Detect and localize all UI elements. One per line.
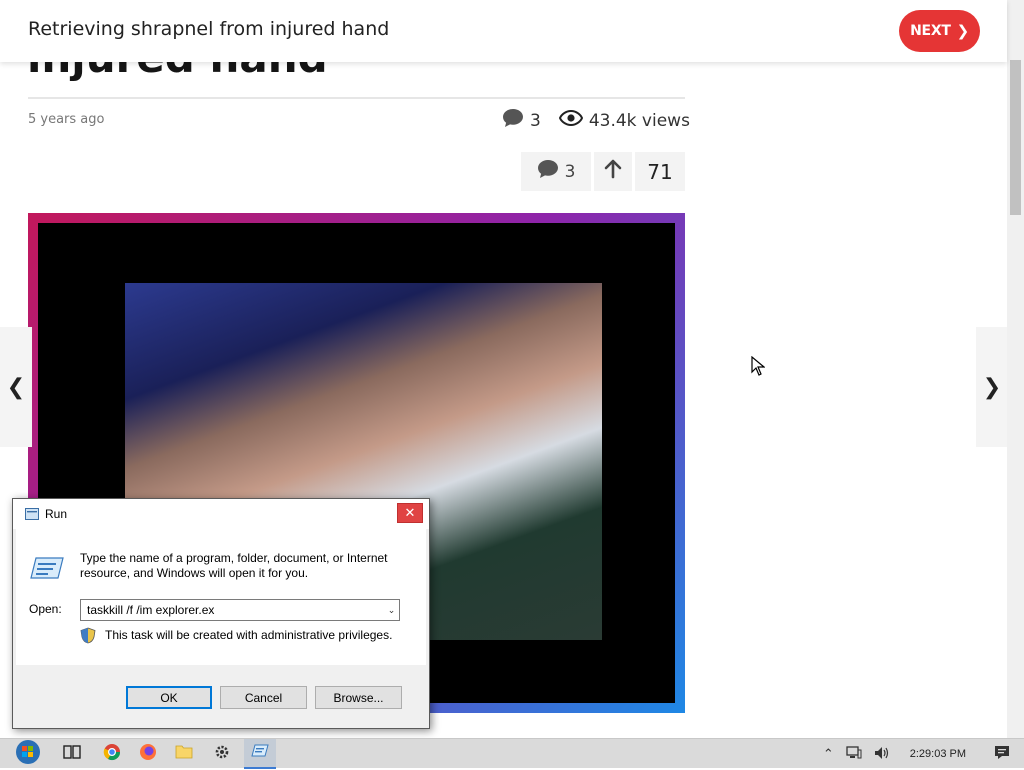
gear-icon [213, 743, 231, 766]
arrow-up-icon [604, 159, 622, 184]
run-body: Type the name of a program, folder, docu… [16, 529, 426, 665]
score: 71 [635, 152, 685, 191]
task-view-icon [63, 744, 81, 764]
chrome-taskbar-button[interactable] [96, 739, 128, 769]
previous-post-button[interactable]: ❮ [0, 327, 32, 447]
chevron-down-icon[interactable]: ⌄ [384, 600, 399, 620]
clock[interactable]: 2:29:03 PM [910, 748, 966, 760]
run-title: Run [45, 507, 68, 521]
run-app-icon [251, 743, 269, 763]
comment-icon [537, 159, 559, 184]
cancel-button[interactable]: Cancel [220, 686, 307, 709]
chevron-left-icon: ❮ [6, 374, 26, 400]
admin-note: This task will be created with administr… [105, 628, 393, 642]
system-tray: ⌃ 2:29:03 PM [817, 739, 1024, 769]
comments-button[interactable]: 3 [521, 152, 591, 191]
chevron-right-icon: ❯ [956, 22, 970, 40]
views-count: 43.4k views [588, 110, 690, 131]
taskbar: ⌃ 2:29:03 PM [0, 738, 1024, 769]
post-actions: 3 71 [521, 152, 685, 191]
ok-button[interactable]: OK [126, 686, 212, 709]
next-button-label: NEXT [910, 23, 951, 39]
page-scrollbar[interactable] [1007, 0, 1024, 738]
volume-icon[interactable] [874, 746, 890, 763]
title-divider [28, 97, 685, 99]
comments-button-count: 3 [564, 161, 576, 182]
run-app-icon [25, 507, 39, 525]
sticky-header: Retrieving shrapnel from injured hand NE… [0, 0, 1007, 62]
firefox-icon [139, 743, 157, 766]
command-input[interactable] [80, 599, 400, 621]
comments-count[interactable]: 3 [530, 111, 541, 131]
post-meta: 3 43.4k views [502, 108, 690, 133]
scrollbar-thumb[interactable] [1010, 60, 1021, 215]
task-view-button[interactable] [56, 739, 88, 769]
uac-shield-icon [80, 627, 96, 649]
upvote-button[interactable] [594, 152, 632, 191]
run-program-icon [30, 555, 64, 586]
next-post-arrow[interactable]: ❯ [976, 327, 1008, 447]
comment-icon[interactable] [502, 108, 524, 133]
notification-icon[interactable] [994, 745, 1010, 763]
browse-button[interactable]: Browse... [315, 686, 402, 709]
settings-taskbar-button[interactable] [206, 739, 238, 769]
file-explorer-taskbar-button[interactable] [168, 739, 200, 769]
eye-icon [558, 109, 583, 132]
post-age: 5 years ago [28, 112, 105, 127]
run-titlebar[interactable]: Run ✕ [13, 499, 429, 529]
open-label: Open: [29, 602, 62, 616]
chrome-icon [103, 743, 121, 766]
network-icon[interactable] [846, 746, 862, 762]
close-button[interactable]: ✕ [397, 503, 423, 523]
close-icon: ✕ [404, 505, 416, 520]
chevron-right-icon: ❯ [982, 374, 1002, 400]
folder-icon [175, 744, 193, 764]
run-description: Type the name of a program, folder, docu… [80, 551, 388, 580]
next-button[interactable]: NEXT ❯ [899, 10, 980, 52]
header-title[interactable]: Retrieving shrapnel from injured hand [28, 18, 389, 40]
mouse-cursor-icon [751, 355, 766, 380]
firefox-taskbar-button[interactable] [132, 739, 164, 769]
start-button[interactable] [8, 739, 48, 769]
run-taskbar-button[interactable] [244, 739, 276, 769]
run-dialog: Run ✕ Type the name of a program, folder… [12, 498, 430, 729]
chevron-up-icon[interactable]: ⌃ [823, 746, 834, 762]
windows-start-icon [13, 739, 43, 770]
